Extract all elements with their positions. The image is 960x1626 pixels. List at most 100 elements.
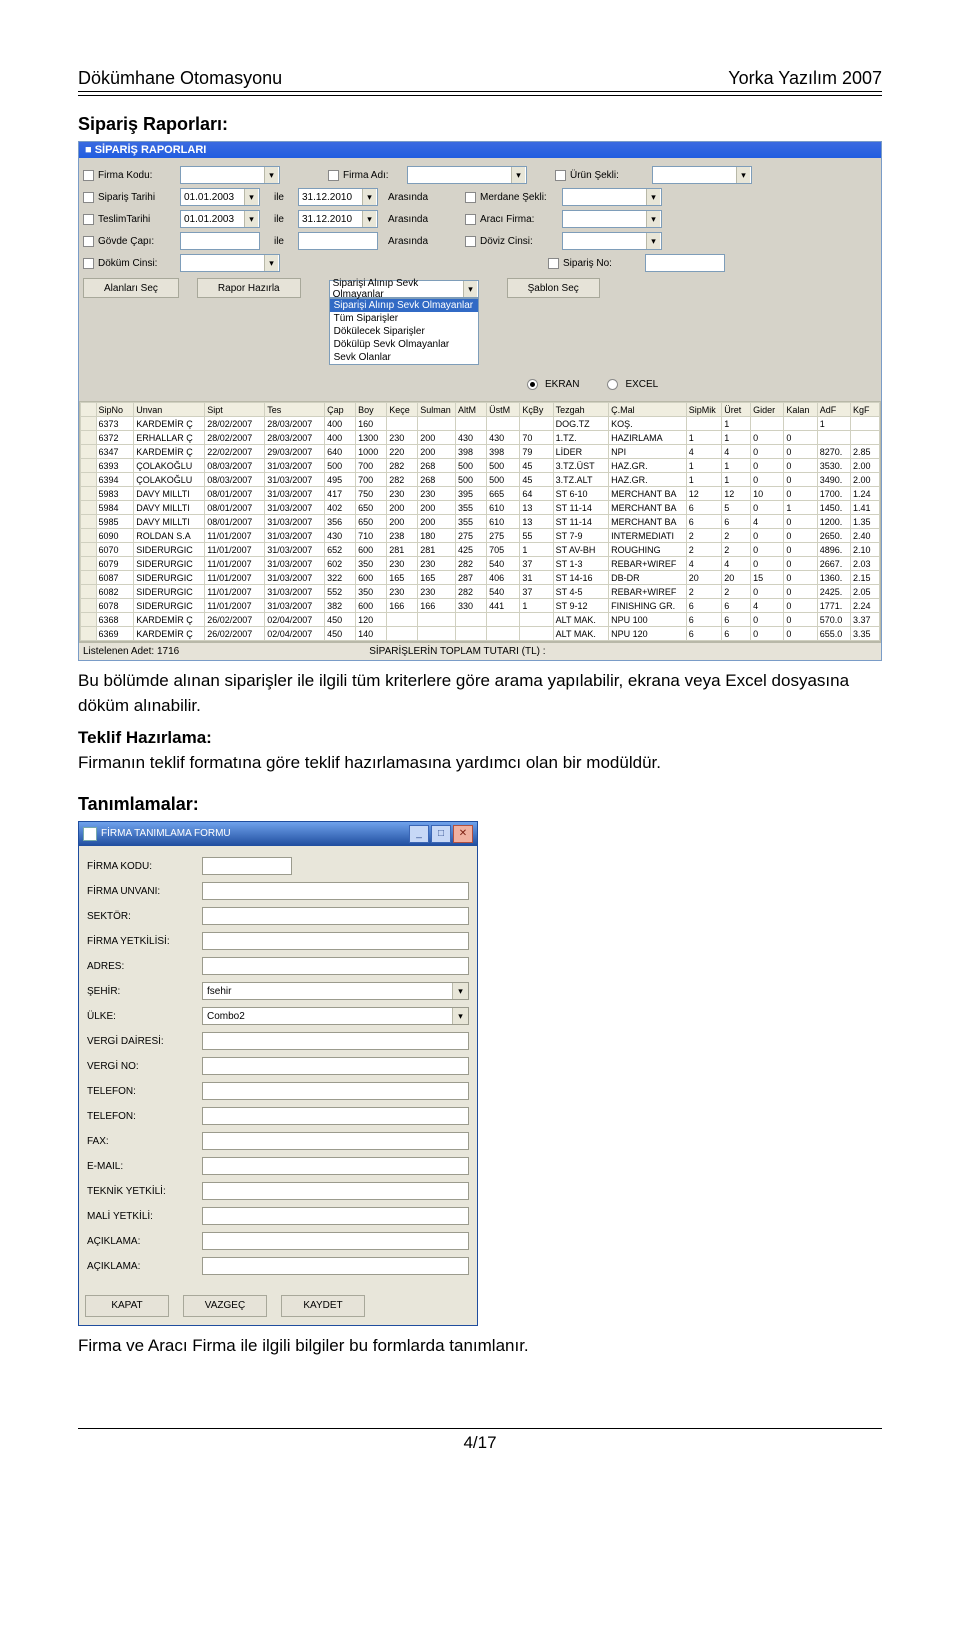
- close-button[interactable]: ✕: [453, 825, 473, 843]
- table-row[interactable]: 6369KARDEMİR Ç26/02/200702/04/2007450140…: [81, 627, 880, 641]
- minimize-button[interactable]: _: [409, 825, 429, 843]
- form-input[interactable]: [202, 1032, 469, 1050]
- table-row[interactable]: 5985DAVY MILLTI08/01/200731/03/200735665…: [81, 515, 880, 529]
- combo-araci-firma[interactable]: ▾: [562, 210, 662, 228]
- grid-header[interactable]: SipNo: [96, 403, 134, 417]
- combo-firma-adi[interactable]: ▾: [407, 166, 527, 184]
- chk-araci-firma[interactable]: [465, 214, 476, 225]
- combo-urun-sekli[interactable]: ▾: [652, 166, 752, 184]
- form-input[interactable]: [202, 1107, 469, 1125]
- grid-cell: 0: [751, 543, 784, 557]
- filter-dropdown-item[interactable]: Dökülüp Sevk Olmayanlar: [330, 338, 478, 351]
- grid-header[interactable]: Sipt: [205, 403, 265, 417]
- grid-header[interactable]: AdF: [817, 403, 850, 417]
- table-row[interactable]: 6347KARDEMİR Ç22/02/200729/03/2007640100…: [81, 445, 880, 459]
- combo-dokum-cinsi[interactable]: ▾: [180, 254, 280, 272]
- vazgec-button[interactable]: VAZGEÇ: [183, 1295, 267, 1317]
- grid-header[interactable]: Ç.Mal: [609, 403, 687, 417]
- grid-cell: 37: [520, 557, 553, 571]
- form-input[interactable]: [202, 1257, 469, 1275]
- date-siparis-to[interactable]: 31.12.2010▾: [298, 188, 378, 206]
- chk-firma-adi[interactable]: [328, 170, 339, 181]
- table-row[interactable]: 6070SIDERURGIC11/01/200731/03/2007652600…: [81, 543, 880, 557]
- date-teslim-to[interactable]: 31.12.2010▾: [298, 210, 378, 228]
- filter-type-combo[interactable]: Siparişi Alınıp Sevk Olmayanlar▾: [329, 280, 479, 298]
- combo-firma-kodu[interactable]: ▾: [180, 166, 280, 184]
- grid-header[interactable]: KgF: [850, 403, 879, 417]
- chk-dokum-cinsi[interactable]: [83, 258, 94, 269]
- kapat-button[interactable]: KAPAT: [85, 1295, 169, 1317]
- form-input[interactable]: [202, 857, 292, 875]
- grid-header[interactable]: Kalan: [784, 403, 817, 417]
- form-combo[interactable]: fsehir▾: [202, 982, 469, 1000]
- table-row[interactable]: 5984DAVY MILLTI08/01/200731/03/200740265…: [81, 501, 880, 515]
- table-row[interactable]: 6373KARDEMİR Ç28/02/200728/03/2007400160…: [81, 417, 880, 431]
- form-titlebar[interactable]: FİRMA TANIMLAMA FORMU _ □ ✕: [79, 822, 477, 846]
- date-siparis-from[interactable]: 01.01.2003▾: [180, 188, 260, 206]
- chk-teslim-tarihi[interactable]: [83, 214, 94, 225]
- window-titlebar[interactable]: ■ SİPARİŞ RAPORLARI: [79, 142, 881, 158]
- chk-merdane-sekli[interactable]: [465, 192, 476, 203]
- chk-govde-capi[interactable]: [83, 236, 94, 247]
- form-combo[interactable]: Combo2▾: [202, 1007, 469, 1025]
- filter-type-dropdown[interactable]: Siparişi Alınıp Sevk OlmayanlarTüm Sipar…: [329, 298, 479, 365]
- input-siparis-no[interactable]: [645, 254, 725, 272]
- input-govde-capi-from[interactable]: [180, 232, 260, 250]
- grid-header[interactable]: Çap: [325, 403, 356, 417]
- form-input[interactable]: [202, 957, 469, 975]
- table-row[interactable]: 6087SIDERURGIC11/01/200731/03/2007322600…: [81, 571, 880, 585]
- combo-merdane-sekli[interactable]: ▾: [562, 188, 662, 206]
- table-row[interactable]: 6078SIDERURGIC11/01/200731/03/2007382600…: [81, 599, 880, 613]
- grid-header[interactable]: ÜstM: [487, 403, 520, 417]
- form-input[interactable]: [202, 1207, 469, 1225]
- table-row[interactable]: 6394ÇOLAKOĞLU08/03/200731/03/20074957002…: [81, 473, 880, 487]
- table-row[interactable]: 6090ROLDAN S.A11/01/200731/03/2007430710…: [81, 529, 880, 543]
- grid-header[interactable]: Tezgah: [553, 403, 608, 417]
- table-row[interactable]: 6082SIDERURGIC11/01/200731/03/2007552350…: [81, 585, 880, 599]
- input-govde-capi-to[interactable]: [298, 232, 378, 250]
- combo-doviz-cinsi[interactable]: ▾: [562, 232, 662, 250]
- form-input[interactable]: [202, 1157, 469, 1175]
- table-row[interactable]: 6368KARDEMİR Ç26/02/200702/04/2007450120…: [81, 613, 880, 627]
- form-input[interactable]: [202, 1132, 469, 1150]
- chk-firma-kodu[interactable]: [83, 170, 94, 181]
- rapor-hazirla-button[interactable]: Rapor Hazırla: [197, 278, 301, 298]
- chk-siparis-no[interactable]: [548, 258, 559, 269]
- grid-header[interactable]: Üret: [722, 403, 751, 417]
- form-input[interactable]: [202, 882, 469, 900]
- table-row[interactable]: 6372ERHALLAR Ç28/02/200728/03/2007400130…: [81, 431, 880, 445]
- grid-header[interactable]: SipMik: [686, 403, 722, 417]
- filter-dropdown-item[interactable]: Sevk Olanlar: [330, 351, 478, 364]
- radio-ekran[interactable]: [527, 379, 538, 390]
- form-input[interactable]: [202, 1232, 469, 1250]
- chk-siparis-tarihi[interactable]: [83, 192, 94, 203]
- form-input[interactable]: [202, 1082, 469, 1100]
- filter-dropdown-item[interactable]: Siparişi Alınıp Sevk Olmayanlar: [330, 299, 478, 312]
- form-input[interactable]: [202, 1057, 469, 1075]
- table-row[interactable]: 5983DAVY MILLTI08/01/200731/03/200741775…: [81, 487, 880, 501]
- grid-header[interactable]: Keçe: [387, 403, 418, 417]
- maximize-button[interactable]: □: [431, 825, 451, 843]
- data-grid[interactable]: SipNoUnvanSiptTesÇapBoyKeçeSulmanAltMÜst…: [79, 401, 881, 642]
- chk-doviz-cinsi[interactable]: [465, 236, 476, 247]
- grid-header[interactable]: Sulman: [418, 403, 456, 417]
- form-input[interactable]: [202, 932, 469, 950]
- grid-header[interactable]: Unvan: [134, 403, 205, 417]
- alanlari-sec-button[interactable]: Alanları Seç: [83, 278, 179, 298]
- grid-header[interactable]: KçBy: [520, 403, 553, 417]
- grid-header[interactable]: Gider: [751, 403, 784, 417]
- chk-urun-sekli[interactable]: [555, 170, 566, 181]
- grid-header[interactable]: Boy: [356, 403, 387, 417]
- table-row[interactable]: 6393ÇOLAKOĞLU08/03/200731/03/20075007002…: [81, 459, 880, 473]
- form-input[interactable]: [202, 907, 469, 925]
- filter-dropdown-item[interactable]: Dökülecek Siparişler: [330, 325, 478, 338]
- radio-excel[interactable]: [607, 379, 618, 390]
- form-input[interactable]: [202, 1182, 469, 1200]
- kaydet-button[interactable]: KAYDET: [281, 1295, 365, 1317]
- grid-header[interactable]: Tes: [265, 403, 325, 417]
- sablon-sec-button[interactable]: Şablon Seç: [507, 278, 600, 298]
- filter-dropdown-item[interactable]: Tüm Siparişler: [330, 312, 478, 325]
- date-teslim-from[interactable]: 01.01.2003▾: [180, 210, 260, 228]
- table-row[interactable]: 6079SIDERURGIC11/01/200731/03/2007602350…: [81, 557, 880, 571]
- grid-header[interactable]: AltM: [456, 403, 487, 417]
